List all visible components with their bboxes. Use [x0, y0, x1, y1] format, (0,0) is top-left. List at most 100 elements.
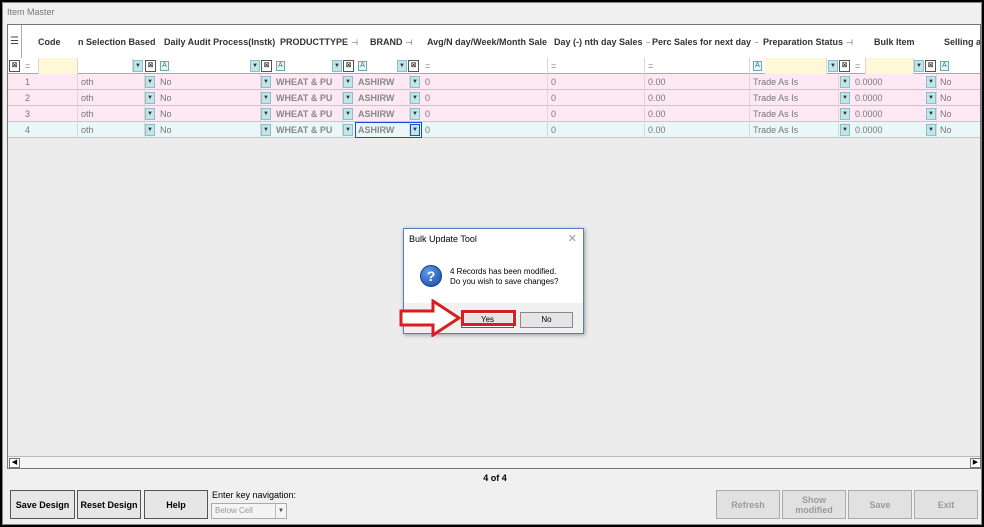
chevron-down-icon[interactable]: ▼ — [410, 92, 420, 104]
chevron-down-icon[interactable]: ▼ — [343, 124, 353, 136]
col-header-code[interactable]: Code — [38, 25, 78, 59]
reset-design-button[interactable]: Reset Design — [77, 490, 141, 519]
column-chooser-icon[interactable]: ☰ — [8, 25, 22, 59]
col-header-producttype[interactable]: PRODUCTTYPE ⊣ — [280, 25, 360, 59]
chevron-down-icon[interactable]: ▼ — [145, 76, 155, 88]
chevron-down-icon[interactable]: ▼ — [145, 124, 155, 136]
scroll-right-icon[interactable]: ▶ — [970, 458, 980, 468]
col-header-prep[interactable]: Preparation Status ⊣ — [763, 25, 853, 59]
exit-button[interactable]: Exit — [914, 490, 978, 519]
cell-selling[interactable]: No — [937, 90, 980, 106]
pin-icon[interactable]: ⊣ — [646, 38, 650, 47]
clear-filter-icon[interactable]: ⊠ — [925, 60, 936, 72]
clear-filter-icon[interactable]: ⊠ — [261, 60, 272, 72]
col-header-bulk[interactable]: Bulk Item — [874, 25, 924, 59]
filter-bulk-op[interactable]: = — [852, 58, 866, 74]
chevron-down-icon[interactable]: ▼ — [840, 108, 850, 120]
filter-perc[interactable]: = — [645, 58, 750, 74]
col-header-day-sales[interactable]: Day (-) nth day Sales⊣ — [554, 25, 650, 59]
filter-avg[interactable]: = — [422, 58, 548, 74]
col-header-audit[interactable]: Daily Audit Process(Instk)⊣ — [164, 25, 276, 59]
cell-bulk[interactable]: 0.0000 — [852, 106, 937, 122]
cell-avg[interactable]: 0 — [422, 106, 548, 122]
refresh-button[interactable]: Refresh — [716, 490, 780, 519]
cell-selection[interactable]: oth — [78, 106, 145, 122]
chevron-down-icon[interactable]: ▼ — [914, 60, 924, 72]
filter-text-icon[interactable]: A — [276, 61, 285, 71]
save-design-button[interactable]: Save Design — [10, 490, 75, 519]
scroll-left-icon[interactable]: ◀ — [9, 458, 20, 468]
chevron-down-icon[interactable]: ▼ — [133, 60, 143, 72]
clear-filter-icon[interactable]: ⊠ — [408, 60, 419, 72]
filter-selection[interactable] — [78, 58, 133, 74]
clear-filter-icon[interactable]: ⊠ — [839, 60, 850, 72]
chevron-down-icon[interactable]: ▼ — [261, 108, 271, 120]
cell-perc[interactable]: 0.00 — [645, 90, 750, 106]
filter-prep[interactable] — [765, 58, 827, 74]
chevron-down-icon[interactable]: ▼ — [332, 60, 342, 72]
cell-day-sales[interactable]: 0 — [548, 90, 645, 106]
cell-brand[interactable]: ASHIRW — [355, 90, 410, 106]
cell-bulk[interactable]: 0.0000 — [852, 74, 937, 90]
cell-brand[interactable]: ASHIRW — [355, 106, 410, 122]
pin-icon[interactable]: ⊣ — [550, 38, 551, 47]
filter-text-icon[interactable]: A — [160, 61, 169, 71]
cell-selection[interactable]: oth — [78, 74, 145, 90]
chevron-down-icon[interactable]: ▼ — [840, 92, 850, 104]
cell-day-sales[interactable]: 0 — [548, 122, 645, 138]
filter-op[interactable]: = — [22, 58, 39, 74]
pin-icon[interactable]: ⊣ — [351, 38, 358, 47]
cell-selection[interactable]: oth — [78, 122, 145, 138]
col-header-brand[interactable]: BRAND ⊣ — [370, 25, 420, 59]
filter-day-sales[interactable]: = — [548, 58, 645, 74]
cell-day-sales[interactable]: 0 — [548, 74, 645, 90]
table-row[interactable]: 4 oth No WHEAT & PU ASHIRW 0 0 0.00 Trade As Is 0… — [8, 122, 980, 138]
cell-audit[interactable]: No — [157, 90, 261, 106]
clear-filter-icon[interactable]: ⊠ — [9, 60, 20, 72]
table-row[interactable]: 1 oth No WHEAT & PU ASHIRW 0 0 0.00 Trade As Is 0… — [8, 74, 980, 90]
help-button[interactable]: Help — [144, 490, 208, 519]
cell-product-type[interactable]: WHEAT & PU — [273, 90, 343, 106]
cell-audit[interactable]: No — [157, 106, 261, 122]
cell-avg[interactable]: 0 — [422, 90, 548, 106]
cell-day-sales[interactable]: 0 — [548, 106, 645, 122]
clear-filter-icon[interactable]: ⊠ — [145, 60, 156, 72]
cell-prep[interactable]: Trade As Is — [750, 106, 839, 122]
cell-code[interactable]: 3 — [22, 106, 78, 122]
cell-bulk[interactable]: 0.0000 — [852, 122, 937, 138]
cell-avg[interactable]: 0 — [422, 74, 548, 90]
show-modified-button[interactable]: Show modified — [782, 490, 846, 519]
cell-code[interactable]: 4 — [22, 122, 78, 138]
chevron-down-icon[interactable]: ▼ — [275, 504, 286, 518]
cell-selling[interactable]: No — [937, 106, 980, 122]
col-header-selection[interactable]: n Selection Based⊣ — [78, 25, 158, 59]
navigation-select[interactable]: Below Cell ▼ — [211, 503, 287, 519]
table-row[interactable]: 3 oth No WHEAT & PU ASHIRW 0 0 0.00 Trade As Is 0… — [8, 106, 980, 122]
cell-code[interactable]: 1 — [22, 74, 78, 90]
cell-audit[interactable]: No — [157, 74, 261, 90]
cell-perc[interactable]: 0.00 — [645, 106, 750, 122]
chevron-down-icon[interactable]: ▼ — [343, 76, 353, 88]
no-button[interactable]: No — [520, 312, 573, 328]
col-header-perc[interactable]: Perc Sales for next day⊣ — [652, 25, 758, 59]
filter-bulk[interactable] — [866, 58, 914, 74]
chevron-down-icon[interactable]: ▼ — [410, 108, 420, 120]
chevron-down-icon[interactable]: ▼ — [840, 76, 850, 88]
pin-icon[interactable]: ⊣ — [754, 38, 758, 47]
col-header-selling[interactable]: Selling an — [944, 25, 980, 59]
table-row[interactable]: 2 oth No WHEAT & PU ASHIRW 0 0 0.00 Trade As Is 0… — [8, 90, 980, 106]
filter-text-icon[interactable]: A — [940, 61, 949, 71]
chevron-down-icon[interactable]: ▼ — [343, 92, 353, 104]
chevron-down-icon[interactable]: ▼ — [926, 76, 936, 88]
chevron-down-icon[interactable]: ▼ — [343, 108, 353, 120]
clear-filter-icon[interactable]: ⊠ — [343, 60, 354, 72]
cell-prep[interactable]: Trade As Is — [750, 74, 839, 90]
cell-selection[interactable]: oth — [78, 90, 145, 106]
chevron-down-icon[interactable]: ▼ — [828, 60, 838, 72]
chevron-down-icon[interactable]: ▼ — [926, 124, 936, 136]
chevron-down-icon[interactable]: ▼ — [145, 108, 155, 120]
cell-product-type[interactable]: WHEAT & PU — [273, 122, 343, 138]
cell-brand[interactable]: ASHIRW — [355, 74, 410, 90]
filter-text-icon[interactable]: A — [753, 61, 762, 71]
cell-product-type[interactable]: WHEAT & PU — [273, 106, 343, 122]
